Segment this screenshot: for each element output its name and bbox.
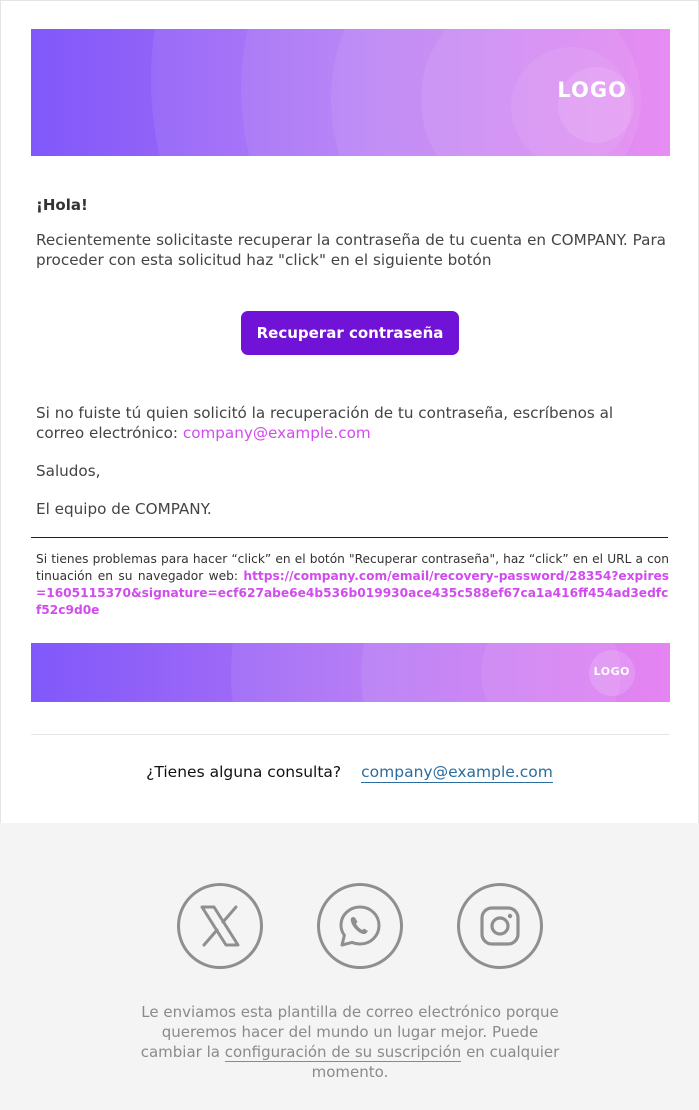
header-logo: LOGO [557, 78, 627, 102]
support-email-link[interactable]: company@example.com [183, 424, 371, 442]
fallback-note: Si tienes problemas para hacer “click” e… [36, 551, 669, 619]
greeting-heading: ¡Hola! [36, 196, 88, 214]
footer-banner: LOGO [31, 643, 670, 702]
email-page: LOGO ¡Hola! Recientemente solicitaste re… [0, 0, 699, 1110]
instagram-icon-glyph [480, 906, 520, 946]
not-you-paragraph: Si no fuiste tú quien solicitó la recupe… [36, 403, 666, 443]
regards-text: Saludos, [36, 462, 101, 480]
recover-password-button[interactable]: Recuperar contraseña [241, 311, 459, 355]
header-banner: LOGO [31, 29, 670, 156]
email-card: LOGO ¡Hola! Recientemente solicitaste re… [0, 0, 699, 823]
contact-question: ¿Tienes alguna consulta? [146, 763, 342, 781]
legal-footer: Le enviamos esta plantilla de correo ele… [130, 1002, 570, 1082]
contact-divider [31, 734, 670, 735]
signature-text: El equipo de COMPANY. [36, 500, 212, 518]
contact-row: ¿Tienes alguna consulta? company@example.… [1, 763, 698, 783]
whatsapp-icon-glyph [339, 905, 381, 947]
content-divider [31, 537, 668, 538]
contact-email-link[interactable]: company@example.com [361, 763, 553, 783]
x-icon-glyph [200, 905, 240, 947]
instagram-icon[interactable] [457, 883, 543, 969]
whatsapp-icon[interactable] [317, 883, 403, 969]
footer-logo: LOGO [593, 665, 630, 678]
subscription-settings-link[interactable]: configuración de su suscripción [224, 1043, 462, 1062]
intro-paragraph: Recientemente solicitaste recuperar la c… [36, 231, 666, 269]
x-icon[interactable] [177, 883, 263, 969]
